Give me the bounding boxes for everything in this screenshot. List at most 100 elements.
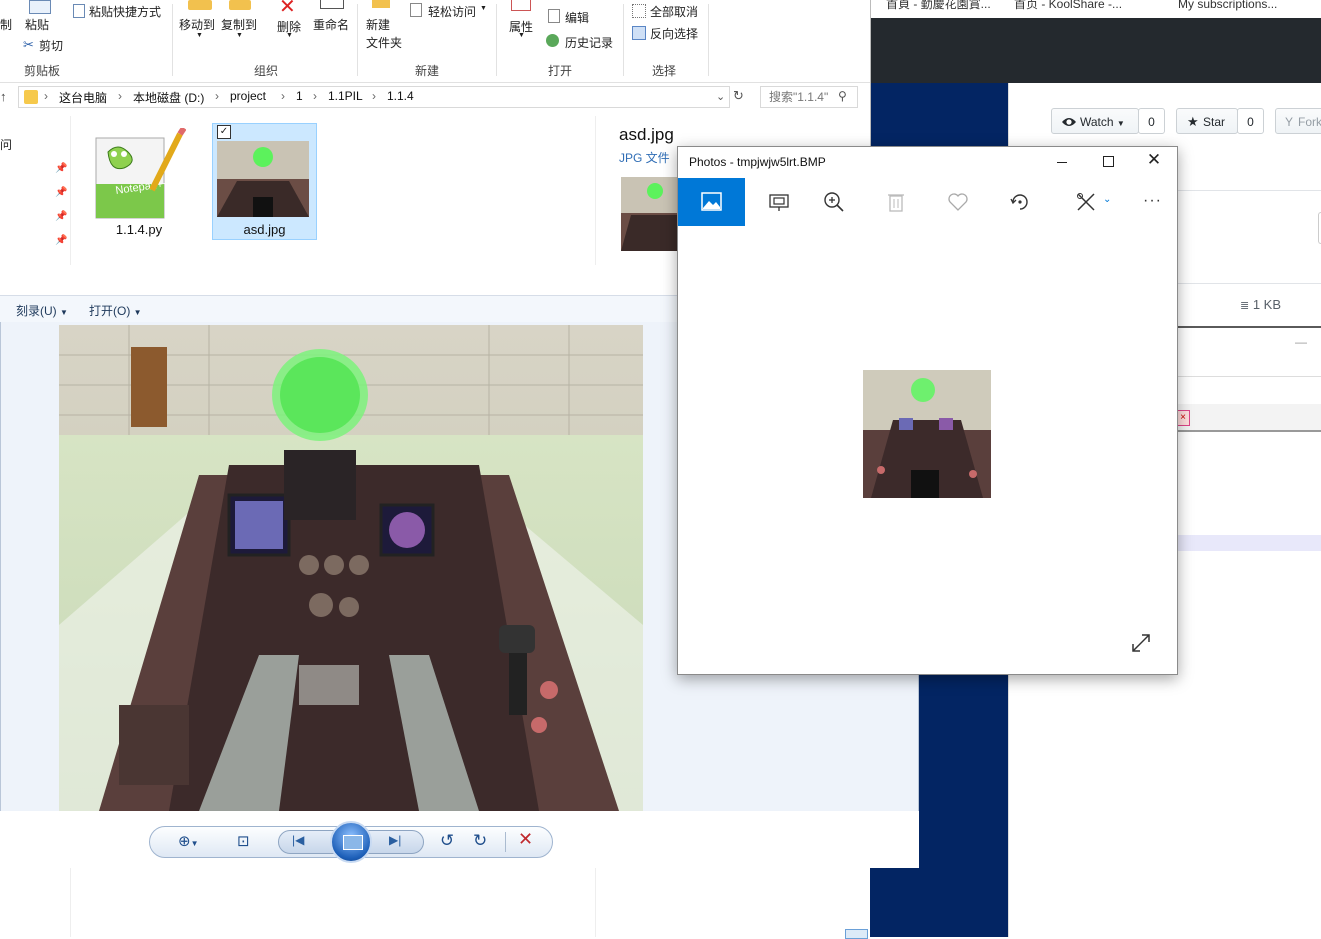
search-icon[interactable]: ⚲	[838, 89, 847, 103]
group-label-new: 新建	[415, 64, 440, 78]
group-separator	[357, 4, 358, 76]
refresh-icon[interactable]: ↻	[733, 88, 744, 104]
chevron-down-icon[interactable]: ⌄	[716, 90, 725, 103]
move-to-button[interactable]: 移动到	[179, 16, 215, 33]
copy-to-button[interactable]: 复制到	[221, 16, 257, 33]
breadcrumb-drive[interactable]: 本地磁盘 (D:)	[133, 89, 204, 106]
eye-icon	[1062, 118, 1076, 126]
copy-path-button[interactable]: 制	[0, 16, 12, 33]
star-button[interactable]: ★ Star	[1176, 108, 1238, 134]
breadcrumb-1[interactable]: 1	[296, 89, 303, 103]
rename-button[interactable]: 重命名	[313, 16, 349, 33]
fork-label: Fork	[1298, 115, 1321, 129]
up-arrow-icon[interactable]: ↑	[0, 89, 7, 104]
bookmark-item[interactable]: 首页 - KoolShare -...	[1014, 0, 1122, 10]
database-icon: ≣	[1240, 300, 1250, 312]
maximize-button[interactable]	[1098, 152, 1118, 172]
nav-pane-item[interactable]: 问	[0, 136, 12, 153]
breadcrumb-separator: ›	[118, 89, 122, 103]
caret-down-icon: ▼	[286, 32, 293, 39]
paste-shortcut-button[interactable]: 粘贴快捷方式	[89, 3, 161, 20]
history-button[interactable]: 历史记录	[565, 34, 613, 51]
breadcrumb-1-1pil[interactable]: 1.1PIL	[328, 89, 363, 103]
new-folder-button[interactable]: 新建 文件夹	[366, 16, 402, 52]
paste-button[interactable]: 粘贴	[25, 16, 49, 33]
close-tab-icon[interactable]: ×	[1176, 410, 1190, 426]
highlighted-line	[1178, 535, 1321, 551]
shortcut-icon	[73, 4, 85, 18]
rotate-counterclockwise-icon[interactable]: ↺	[440, 831, 454, 851]
select-none-icon	[632, 4, 646, 18]
breadcrumb-separator: ›	[281, 89, 285, 103]
divider	[505, 832, 506, 852]
new-folder-icon	[372, 0, 390, 8]
heart-icon[interactable]	[946, 190, 970, 214]
previous-icon[interactable]: |◀	[292, 833, 304, 847]
pin-icon[interactable]: 📌	[55, 235, 67, 246]
expand-icon[interactable]	[1130, 632, 1152, 654]
bookmark-item[interactable]: 首頁 - 勤慶花園賞...	[886, 0, 991, 10]
breadcrumb-separator: ›	[44, 89, 48, 103]
pin-icon[interactable]: 📌	[55, 211, 67, 222]
file-item-jpg[interactable]: ✓ asd.jpg	[212, 123, 317, 240]
delete-icon[interactable]	[884, 190, 908, 214]
pin-icon[interactable]: 📌	[55, 187, 67, 198]
actual-size-icon[interactable]: ⊡	[237, 832, 250, 850]
menu-burn[interactable]: 刻录(U) ▼	[16, 302, 68, 319]
slideshow-icon[interactable]	[767, 190, 791, 214]
browser-header-bar	[870, 18, 1321, 83]
breadcrumb-1-1-4[interactable]: 1.1.4	[387, 89, 414, 103]
star-label: Star	[1203, 115, 1226, 129]
selection-checkbox[interactable]: ✓	[217, 125, 231, 139]
picture-icon	[701, 192, 722, 211]
invert-selection-icon	[632, 26, 646, 40]
pin-icon[interactable]: 📌	[55, 163, 67, 174]
fork-button[interactable]: Y Fork	[1275, 108, 1321, 134]
photo-image	[863, 370, 991, 498]
group-label-open: 打开	[548, 64, 573, 78]
scissors-icon: ✂	[23, 37, 34, 52]
watch-button[interactable]: Watch ▼	[1051, 108, 1139, 134]
edit-icon	[548, 9, 560, 23]
easy-access-button[interactable]: 轻松访问	[428, 3, 476, 20]
zoom-icon[interactable]: ⊕▼	[178, 832, 199, 850]
close-button[interactable]: ✕	[1144, 150, 1164, 170]
edit-icon[interactable]	[1074, 190, 1098, 214]
minimize-icon	[1057, 162, 1067, 163]
more-icon[interactable]: ···	[1143, 192, 1162, 210]
folder-icon	[24, 90, 38, 104]
divider	[1178, 376, 1321, 377]
caret-down-icon: ▼	[196, 32, 203, 39]
watch-count[interactable]: 0	[1138, 108, 1165, 134]
breadcrumb-this-pc[interactable]: 这台电脑	[59, 89, 107, 106]
maximize-icon	[1103, 156, 1114, 167]
rotate-icon[interactable]	[1008, 190, 1032, 214]
divider	[595, 116, 596, 266]
bookmark-item[interactable]: My subscriptions...	[1178, 0, 1277, 10]
next-icon[interactable]: ▶|	[389, 833, 401, 847]
minimize-button[interactable]	[1052, 152, 1072, 172]
paste-icon	[29, 0, 51, 14]
delete-icon[interactable]: ✕	[518, 829, 533, 850]
zoom-in-icon[interactable]	[822, 190, 846, 214]
group-separator	[708, 4, 709, 76]
invert-selection-button[interactable]: 反向选择	[650, 25, 698, 42]
file-item-py[interactable]: Notepad++ 1.1.4.py	[90, 124, 188, 240]
group-separator	[623, 4, 624, 76]
file-name: asd.jpg	[243, 222, 286, 237]
view-toggle[interactable]	[845, 929, 868, 939]
chevron-down-icon[interactable]: ⌄	[1103, 194, 1111, 205]
select-none-button[interactable]: 全部取消	[650, 3, 698, 20]
menu-open[interactable]: 打开(O) ▼	[89, 302, 142, 319]
breadcrumb-separator: ›	[372, 89, 376, 103]
view-image-button[interactable]	[678, 178, 745, 226]
star-count[interactable]: 0	[1237, 108, 1264, 134]
watch-label: Watch	[1080, 115, 1114, 129]
slideshow-button[interactable]	[330, 821, 372, 863]
edit-button[interactable]: 编辑	[565, 9, 589, 26]
rotate-clockwise-icon[interactable]: ↻	[473, 831, 487, 851]
breadcrumb-project[interactable]: project	[230, 89, 266, 103]
breadcrumb-separator: ›	[313, 89, 317, 103]
copy-to-icon	[229, 0, 251, 10]
cut-button[interactable]: 剪切	[39, 37, 63, 54]
